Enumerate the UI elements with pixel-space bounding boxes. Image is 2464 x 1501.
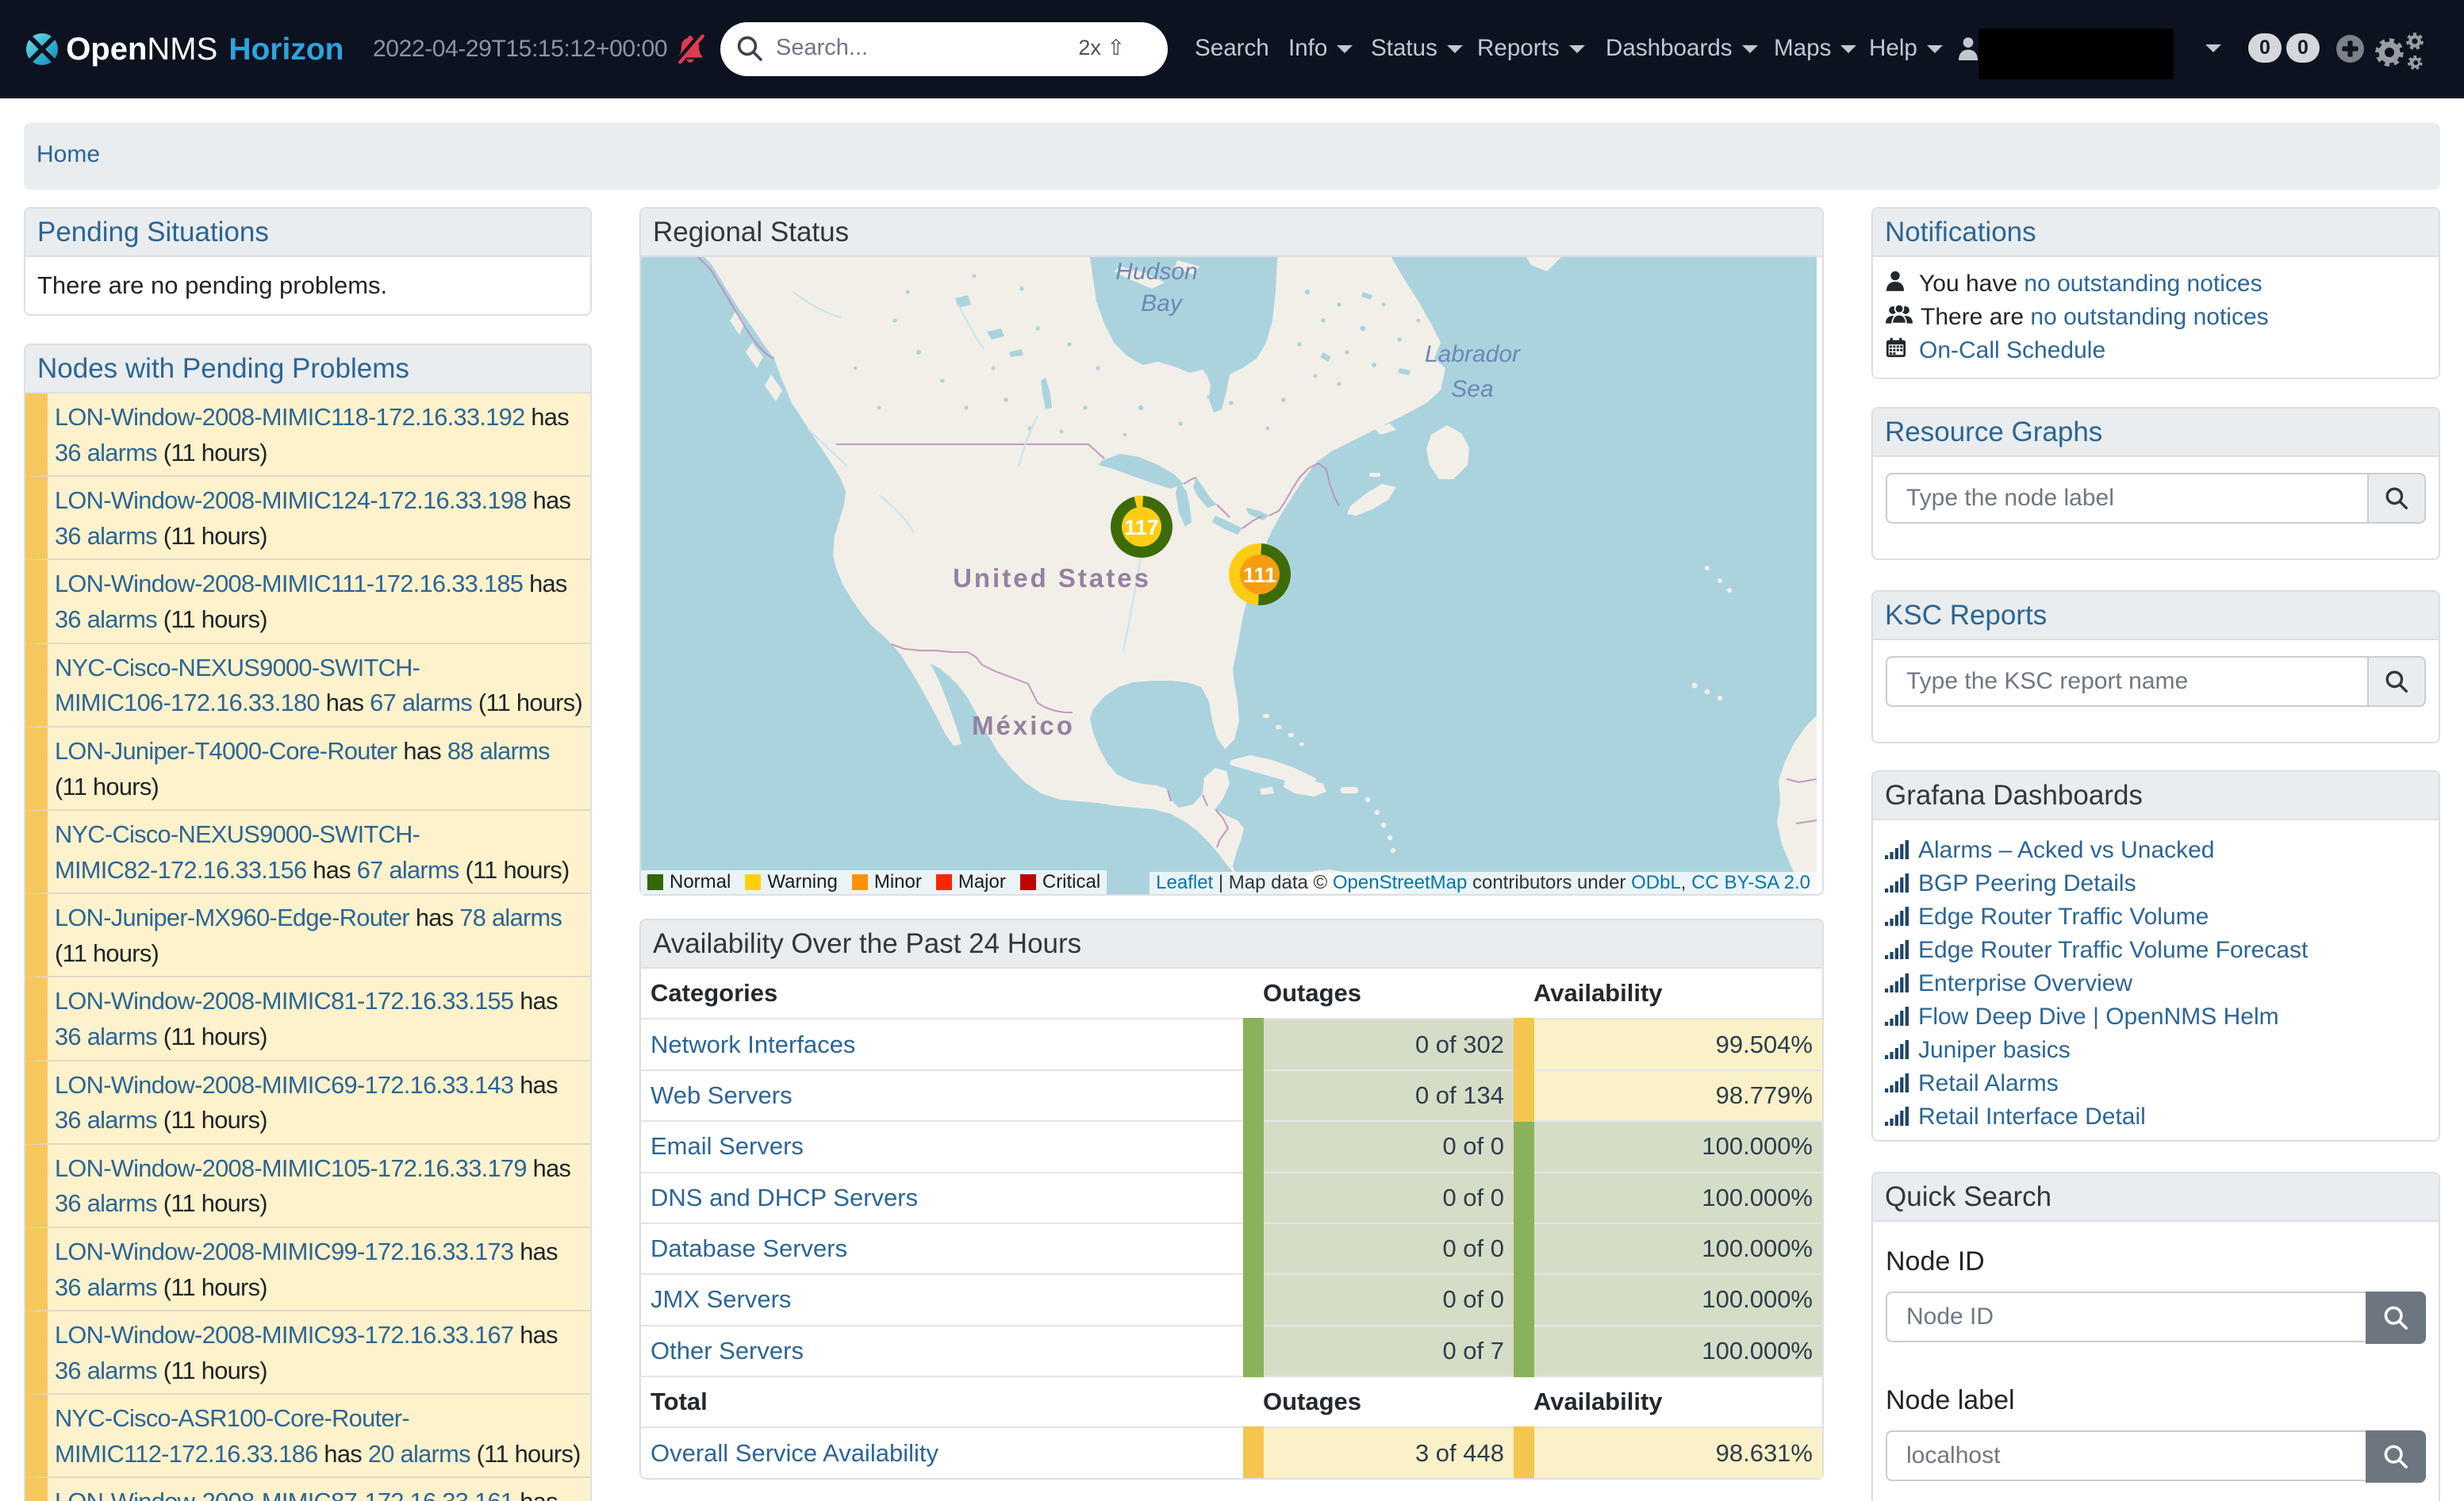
svg-text:117: 117: [1124, 516, 1159, 539]
svg-text:Sea: Sea: [1451, 376, 1493, 402]
svg-text:México: México: [972, 711, 1075, 740]
svg-text:111: 111: [1243, 563, 1276, 587]
svg-text:Hudson: Hudson: [1115, 259, 1197, 285]
svg-text:Bay: Bay: [1141, 290, 1184, 317]
svg-text:Labrador: Labrador: [1425, 341, 1521, 367]
svg-text:United States: United States: [953, 563, 1151, 593]
